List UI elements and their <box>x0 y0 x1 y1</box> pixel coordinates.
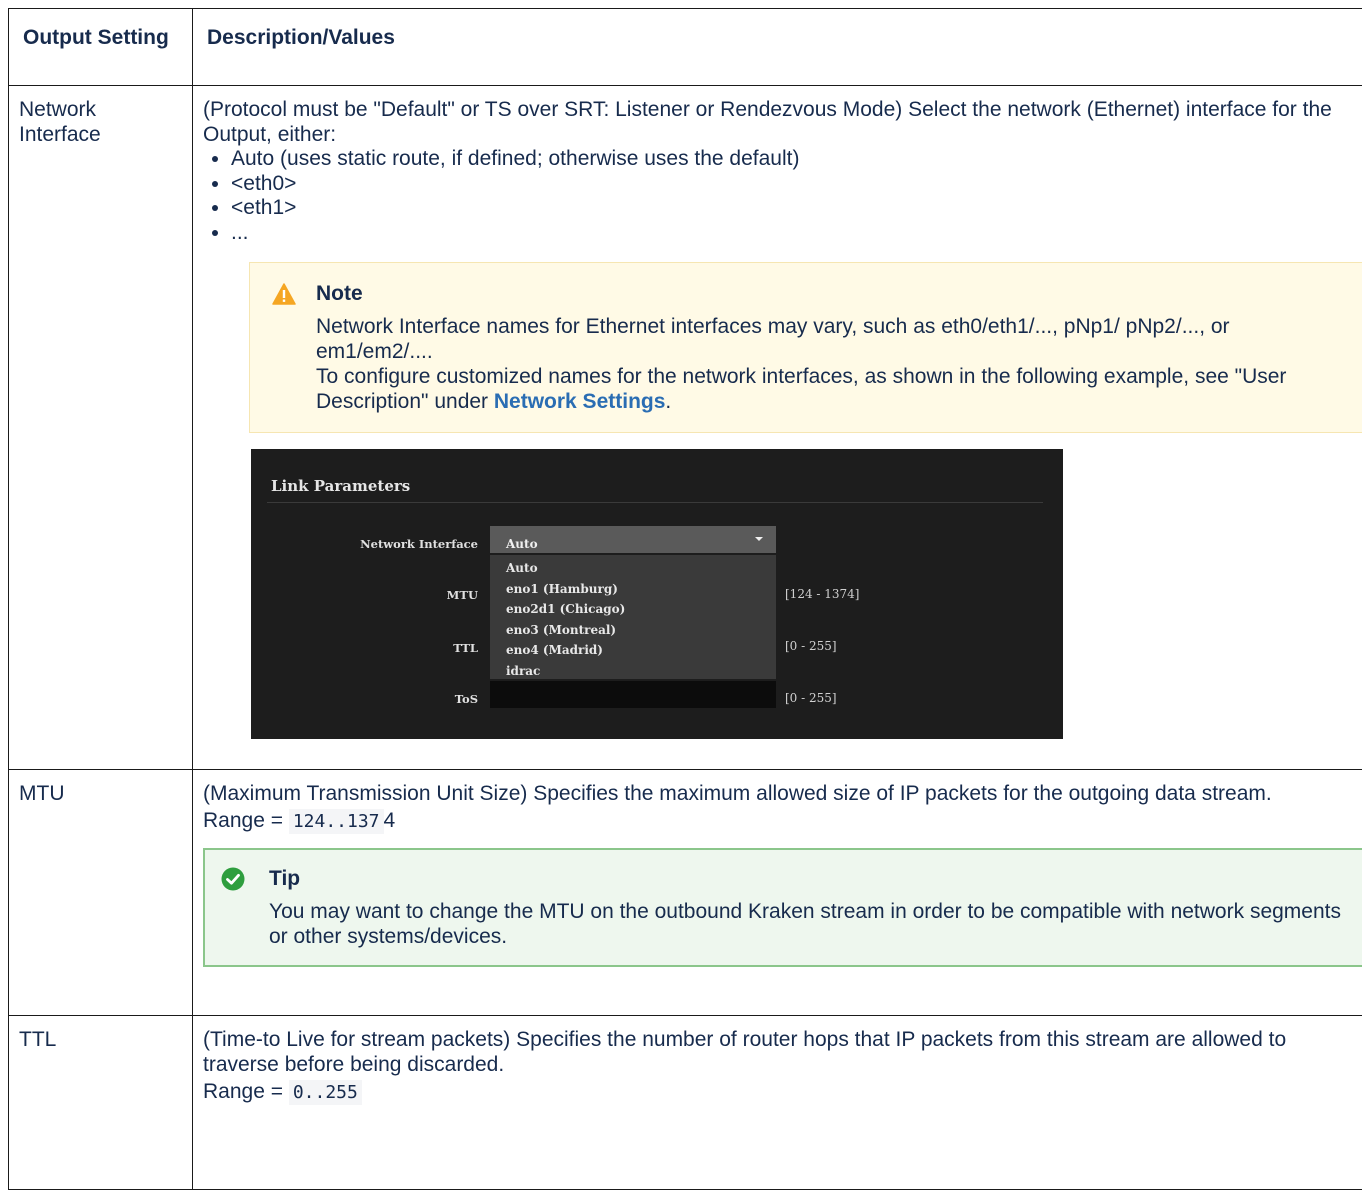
note-title: Note <box>316 281 363 306</box>
setting-description-cell: (Maximum Transmission Unit Size) Specifi… <box>193 770 1362 1016</box>
range-code: 0..255 <box>289 1080 362 1105</box>
warning-icon <box>272 283 296 305</box>
divider <box>267 502 1043 503</box>
header-description-values: Description/Values <box>193 9 1362 86</box>
range-line: Range = 0..255 <box>203 1079 1359 1105</box>
tip-title: Tip <box>269 866 300 891</box>
tos-input <box>490 681 776 708</box>
chevron-down-icon <box>755 537 763 541</box>
setting-name: Network Interface <box>9 86 193 770</box>
check-circle-icon <box>221 867 245 891</box>
table-row-ttl: TTL (Time-to Live for stream packets) Sp… <box>9 1016 1362 1190</box>
setting-name: TTL <box>9 1016 193 1190</box>
menu-item: eno1 (Hamburg) <box>506 579 760 600</box>
menu-item: idrac <box>506 661 760 682</box>
setting-description: (Protocol must be "Default" or TS over S… <box>203 97 1359 147</box>
list-item: Auto (uses static route, if defined; oth… <box>231 147 1359 172</box>
tip-panel: Tip You may want to change the MTU on th… <box>203 848 1362 967</box>
table-row-network-interface: Network Interface (Protocol must be "Def… <box>9 86 1362 770</box>
mtu-range: [124 - 1374] <box>785 582 860 607</box>
list-item: <eth1> <box>231 196 1359 221</box>
tip-header: Tip <box>221 866 1351 891</box>
list-item: ... <box>231 221 1359 246</box>
mtu-label: MTU <box>401 583 478 608</box>
screenshot-title: Link Parameters <box>271 474 410 499</box>
menu-item: eno3 (Montreal) <box>506 620 760 641</box>
network-interface-select: Auto <box>490 526 776 553</box>
header-output-setting: Output Setting <box>9 9 193 86</box>
setting-description: (Maximum Transmission Unit Size) Specifi… <box>203 781 1359 806</box>
setting-name: MTU <box>9 770 193 1016</box>
range-code: 124..137 <box>289 809 384 834</box>
tip-body: You may want to change the MTU on the ou… <box>269 899 1351 949</box>
network-interface-label: Network Interface <box>311 532 478 557</box>
setting-description-cell: (Protocol must be "Default" or TS over S… <box>193 86 1362 770</box>
menu-item: eno4 (Madrid) <box>506 640 760 661</box>
list-item: <eth0> <box>231 172 1359 197</box>
note-text: Network Interface names for Ethernet int… <box>316 314 1352 364</box>
table-row-mtu: MTU (Maximum Transmission Unit Size) Spe… <box>9 770 1362 1016</box>
ttl-label: TTL <box>401 636 478 661</box>
options-list: Auto (uses static route, if defined; oth… <box>203 147 1359 245</box>
dropdown-menu: Auto eno1 (Hamburg) eno2d1 (Chicago) eno… <box>490 555 776 679</box>
setting-description-cell: (Time-to Live for stream packets) Specif… <box>193 1016 1362 1190</box>
note-header: Note <box>272 281 1352 306</box>
ttl-range: [0 - 255] <box>785 634 837 659</box>
setting-description: (Time-to Live for stream packets) Specif… <box>203 1027 1359 1077</box>
note-body: Network Interface names for Ethernet int… <box>316 314 1352 414</box>
output-settings-table: Output Setting Description/Values Networ… <box>8 8 1362 1190</box>
link-parameters-screenshot: Link Parameters Network Interface Auto A… <box>251 449 1063 739</box>
tos-label: ToS <box>401 687 478 712</box>
range-line: Range = 124..1374 <box>203 808 1359 834</box>
table-header-row: Output Setting Description/Values <box>9 9 1362 86</box>
note-panel: Note Network Interface names for Etherne… <box>249 262 1362 433</box>
menu-item: eno2d1 (Chicago) <box>506 599 760 620</box>
menu-item: Auto <box>506 558 760 579</box>
network-settings-link[interactable]: Network Settings <box>494 390 666 413</box>
note-text-2: To configure customized names for the ne… <box>316 364 1352 414</box>
tos-range: [0 - 255] <box>785 686 837 711</box>
